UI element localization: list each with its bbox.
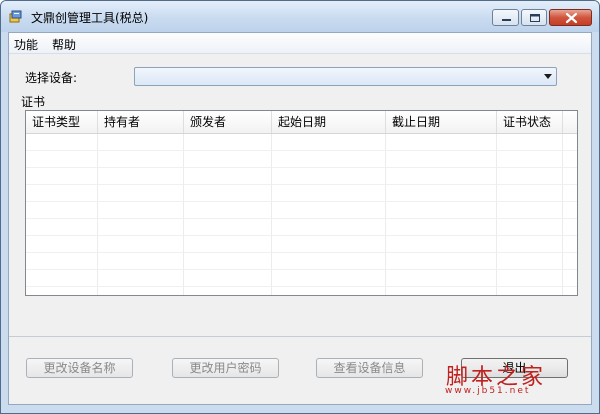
column-header-status[interactable]: 证书状态 (497, 111, 563, 133)
column-header-holder[interactable]: 持有者 (98, 111, 184, 133)
rename-device-button[interactable]: 更改设备名称 (26, 358, 133, 378)
client-area: 功能 帮助 选择设备: 证书 证书类型 持有者 颁发者 起始日期 截止日期 证书… (8, 32, 592, 405)
chevron-down-icon[interactable] (544, 74, 552, 79)
column-header-end-date[interactable]: 截止日期 (386, 111, 497, 133)
app-icon (9, 9, 23, 23)
minimize-icon (502, 19, 511, 21)
table-row (26, 236, 577, 253)
column-header-filler (563, 111, 577, 133)
column-header-start-date[interactable]: 起始日期 (272, 111, 386, 133)
menu-bar: 功能 帮助 (9, 33, 591, 54)
view-device-info-button[interactable]: 查看设备信息 (316, 358, 423, 378)
table-row (26, 270, 577, 287)
close-icon (565, 12, 578, 24)
table-row (26, 134, 577, 151)
table-body (26, 134, 577, 295)
certificate-group-label: 证书 (21, 95, 46, 109)
title-bar[interactable]: 文鼎创管理工具(税总) (1, 1, 599, 32)
minimize-button[interactable] (492, 9, 519, 26)
table-row (26, 202, 577, 219)
change-password-button[interactable]: 更改用户密码 (172, 358, 279, 378)
device-label: 选择设备: (25, 71, 78, 85)
table-row (26, 219, 577, 236)
close-button[interactable] (549, 9, 592, 26)
window-title: 文鼎创管理工具(税总) (31, 11, 149, 25)
table-row (26, 151, 577, 168)
bottom-divider (9, 336, 591, 337)
table-header: 证书类型 持有者 颁发者 起始日期 截止日期 证书状态 (26, 111, 577, 134)
table-row (26, 253, 577, 270)
table-row (26, 185, 577, 202)
maximize-icon (530, 14, 540, 22)
device-select[interactable] (134, 67, 557, 86)
maximize-button[interactable] (521, 9, 547, 26)
certificate-table[interactable]: 证书类型 持有者 颁发者 起始日期 截止日期 证书状态 (25, 110, 578, 296)
app-window: 文鼎创管理工具(税总) 功能 帮助 选择设备: 证书 证书类型 持有者 颁发者 … (0, 0, 600, 414)
menu-function[interactable]: 功能 (14, 36, 38, 53)
watermark-url: www.jb51.net (445, 386, 531, 396)
column-header-cert-type[interactable]: 证书类型 (26, 111, 98, 133)
menu-help[interactable]: 帮助 (52, 36, 76, 53)
table-row (26, 168, 577, 185)
column-header-issuer[interactable]: 颁发者 (184, 111, 272, 133)
